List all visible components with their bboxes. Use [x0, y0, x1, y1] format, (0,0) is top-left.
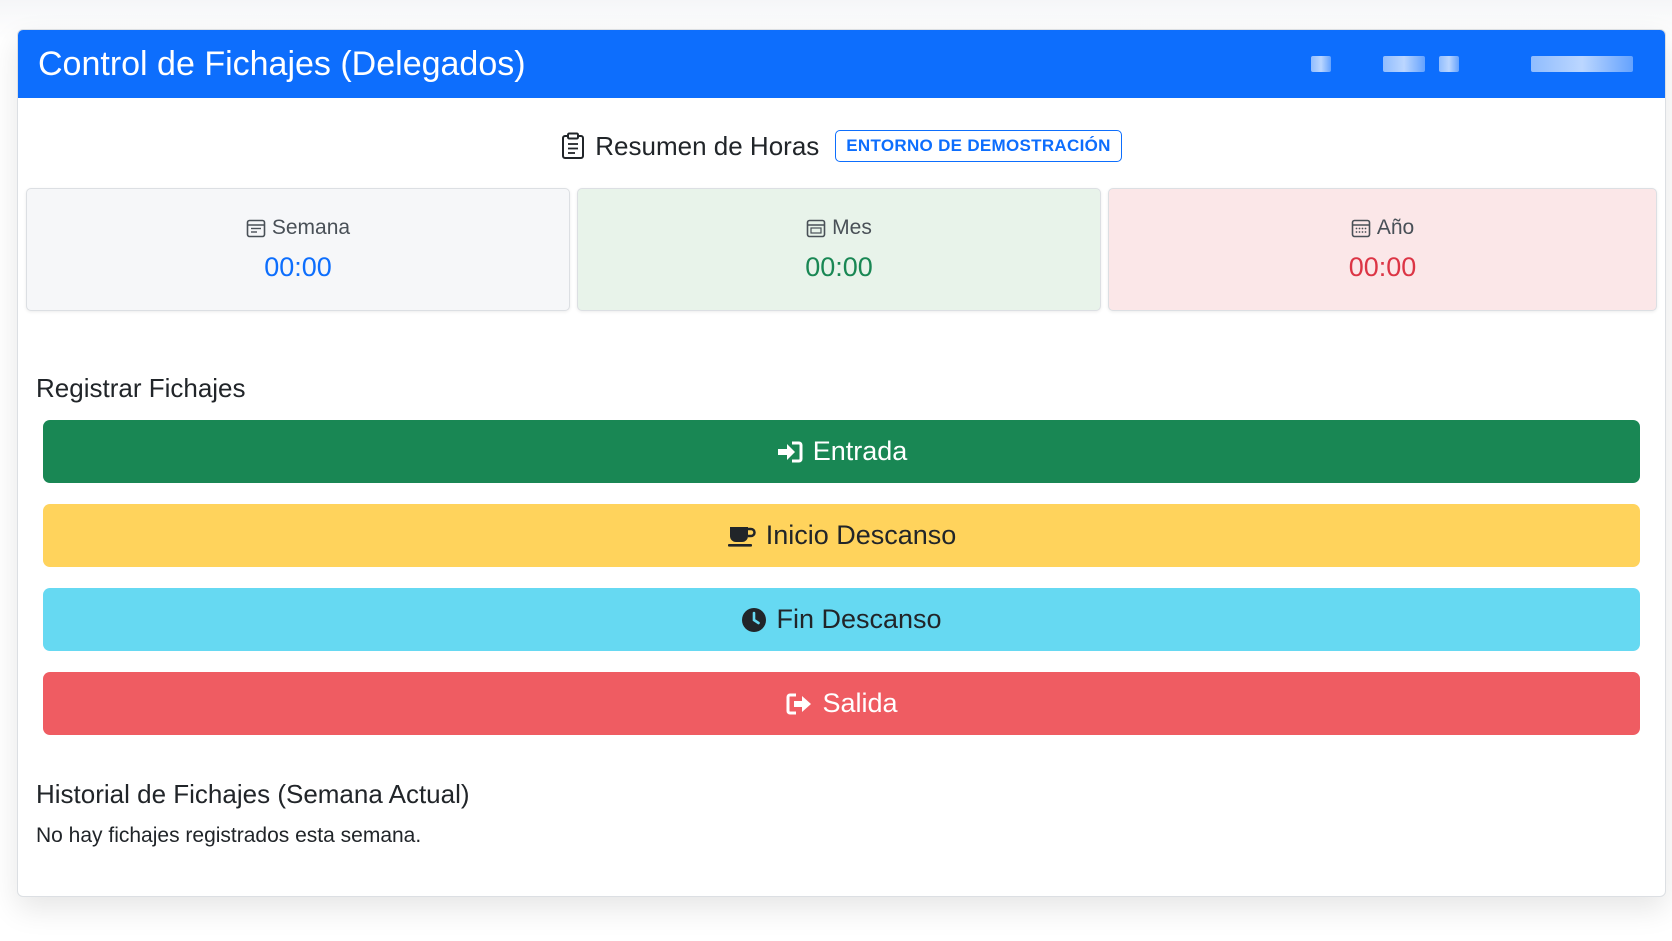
- fin-descanso-button-label: Fin Descanso: [776, 604, 942, 634]
- coffee-icon: [727, 524, 757, 548]
- redacted-block: [1439, 56, 1459, 72]
- sign-out-icon: [785, 692, 813, 716]
- stat-label-week: Semana: [246, 216, 350, 240]
- sign-in-icon: [776, 440, 804, 464]
- stat-value-week: 00:00: [264, 252, 332, 282]
- entrada-button[interactable]: Entrada: [43, 420, 1640, 483]
- inicio-descanso-button-label: Inicio Descanso: [765, 520, 957, 550]
- stat-value-year: 00:00: [1348, 252, 1417, 282]
- page-title: Control de Fichajes (Delegados): [38, 44, 526, 83]
- summary-header: Resumen de Horas ENTORNO DE DEMOSTRACIÓN: [18, 128, 1665, 164]
- entrada-button-label: Entrada: [812, 436, 908, 466]
- demo-environment-badge: ENTORNO DE DEMOSTRACIÓN: [835, 130, 1122, 162]
- stat-card-month: Mes 00:00: [576, 188, 1102, 311]
- card-header: Control de Fichajes (Delegados): [18, 30, 1665, 98]
- redacted-block: [1383, 56, 1425, 72]
- redacted-block: [1311, 56, 1331, 72]
- stats-row: Semana 00:00 Mes 00:00 Año 00:00: [26, 188, 1657, 311]
- calendar-year-icon: [1351, 218, 1371, 238]
- summary-title-text: Resumen de Horas: [595, 130, 820, 161]
- stat-label-month: Mes: [806, 216, 872, 240]
- register-buttons: Entrada Inicio Descanso Fin Descanso Sal…: [43, 420, 1640, 735]
- stat-label-month-text: Mes: [832, 216, 872, 239]
- calendar-week-icon: [246, 218, 266, 238]
- register-section-title: Registrar Fichajes: [36, 373, 246, 403]
- salida-button-label: Salida: [822, 688, 898, 718]
- redacted-block: [1531, 56, 1633, 72]
- main-card: Control de Fichajes (Delegados) Resumen …: [17, 29, 1666, 897]
- fin-descanso-button[interactable]: Fin Descanso: [43, 588, 1640, 651]
- stat-card-week: Semana 00:00: [26, 188, 570, 311]
- stat-card-year: Año 00:00: [1108, 188, 1657, 311]
- clipboard-icon: [561, 132, 585, 160]
- stat-label-week-text: Semana: [271, 216, 351, 239]
- stat-label-year-text: Año: [1376, 216, 1415, 239]
- page: Control de Fichajes (Delegados) Resumen …: [0, 0, 1672, 941]
- stat-value-month: 00:00: [805, 252, 873, 282]
- history-section-title: Historial de Fichajes (Semana Actual): [36, 779, 470, 809]
- calendar-month-icon: [806, 218, 826, 238]
- history-empty-message: No hay fichajes registrados esta semana.: [36, 824, 422, 847]
- summary-title: Resumen de Horas: [561, 131, 819, 162]
- stat-label-year: Año: [1351, 216, 1414, 240]
- clock-icon: [741, 607, 767, 633]
- user-info-redacted: [1311, 56, 1645, 72]
- salida-button[interactable]: Salida: [43, 672, 1640, 735]
- inicio-descanso-button[interactable]: Inicio Descanso: [43, 504, 1640, 567]
